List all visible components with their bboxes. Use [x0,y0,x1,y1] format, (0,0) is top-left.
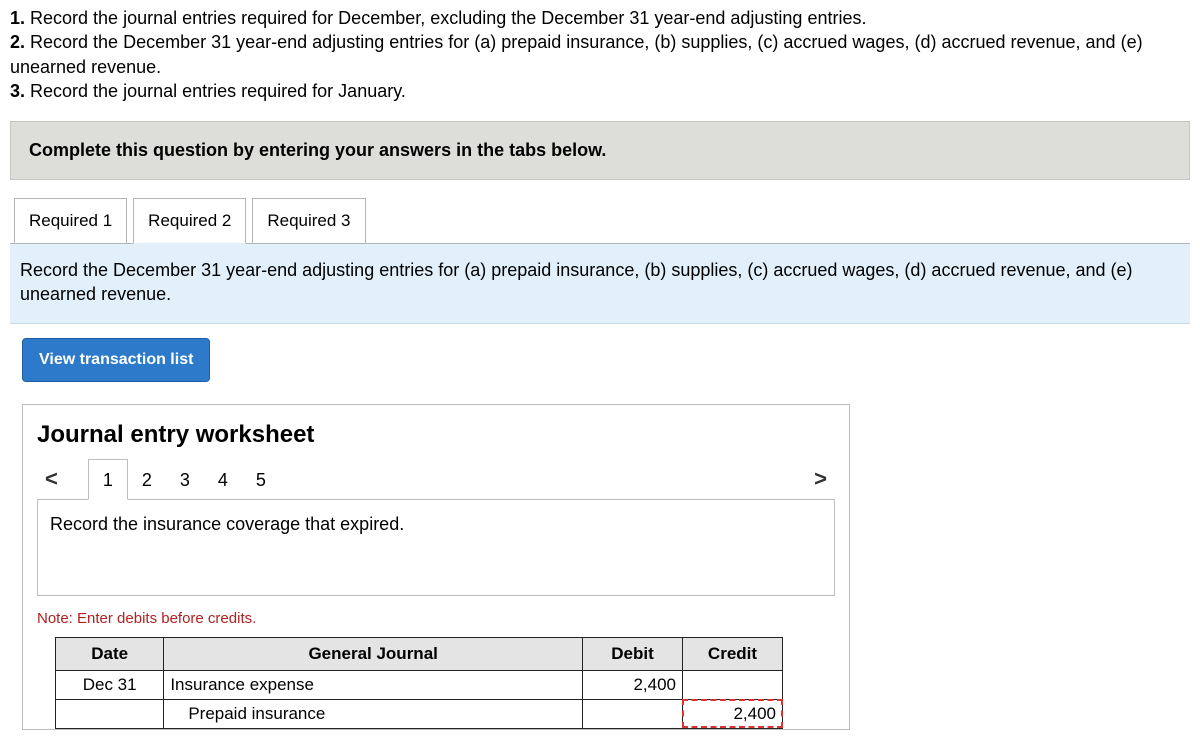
instruction-1-num: 1. [10,8,25,28]
tab-required-1[interactable]: Required 1 [14,198,127,243]
cell-credit[interactable] [682,670,782,699]
instruction-2-text: Record the December 31 year-end adjustin… [10,32,1143,76]
table-row: Dec 31 Insurance expense 2,400 [56,670,783,699]
journal-entry-tabs: < 1 2 3 4 5 > [23,459,849,499]
je-tab-4[interactable]: 4 [204,460,242,499]
cell-date[interactable] [56,699,164,728]
banner: Complete this question by entering your … [10,121,1190,180]
worksheet-title: Journal entry worksheet [23,405,849,459]
debits-before-credits-note: Note: Enter debits before credits. [23,596,849,637]
instructions-block: 1. Record the journal entries required f… [10,6,1190,103]
tab-required-2[interactable]: Required 2 [133,198,246,244]
journal-table: Date General Journal Debit Credit Dec 31… [55,637,783,729]
cell-date[interactable]: Dec 31 [56,670,164,699]
col-debit: Debit [583,637,683,670]
instruction-3-text: Record the journal entries required for … [25,81,406,101]
table-row: Prepaid insurance 2,400 [56,699,783,728]
je-tab-5[interactable]: 5 [242,460,280,499]
instruction-3-num: 3. [10,81,25,101]
cell-debit[interactable]: 2,400 [583,670,683,699]
col-credit: Credit [682,637,782,670]
cell-debit[interactable] [583,699,683,728]
chevron-right-icon[interactable]: > [806,462,835,496]
je-tab-1[interactable]: 1 [88,459,128,500]
journal-entry-worksheet: Journal entry worksheet < 1 2 3 4 5 > Re… [22,404,850,730]
tab-panel-required-2: Record the December 31 year-end adjustin… [10,243,1190,324]
chevron-left-icon[interactable]: < [37,462,66,496]
col-date: Date [56,637,164,670]
cell-account[interactable]: Prepaid insurance [164,699,583,728]
instruction-1-text: Record the journal entries required for … [25,8,866,28]
je-tab-3[interactable]: 3 [166,460,204,499]
cell-account[interactable]: Insurance expense [164,670,583,699]
required-tabs: Required 1 Required 2 Required 3 [10,198,1190,243]
instruction-2-num: 2. [10,32,25,52]
view-transaction-list-button[interactable]: View transaction list [22,338,210,382]
tab-required-3[interactable]: Required 3 [252,198,365,243]
cell-credit[interactable]: 2,400 [682,699,782,728]
entry-description: Record the insurance coverage that expir… [37,499,835,596]
je-tab-2[interactable]: 2 [128,460,166,499]
col-general-journal: General Journal [164,637,583,670]
